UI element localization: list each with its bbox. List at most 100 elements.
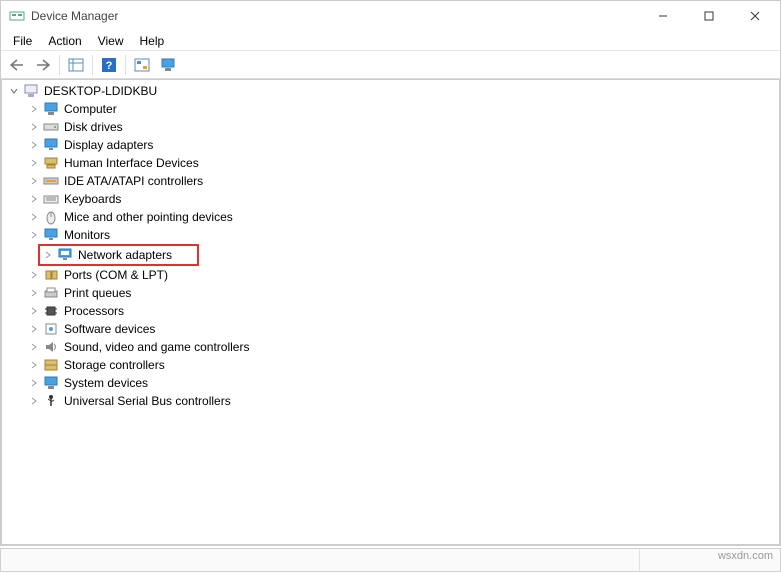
- storage-icon: [43, 357, 59, 373]
- device-tree: DESKTOP-LDIDKBU Computer Disk drives Dis…: [2, 80, 779, 412]
- tree-item-hid[interactable]: Human Interface Devices: [22, 154, 779, 172]
- show-hide-button[interactable]: [64, 54, 88, 76]
- monitor-icon: [43, 227, 59, 243]
- minimize-button[interactable]: [640, 1, 686, 31]
- watermark: wsxdn.com: [718, 550, 773, 562]
- tree-item-ports[interactable]: Ports (COM & LPT): [22, 266, 779, 284]
- printer-icon: [43, 285, 59, 301]
- svg-text:?: ?: [106, 60, 113, 72]
- device-manager-window: Device Manager File Action View Help ? D…: [0, 0, 781, 546]
- expand-right-icon[interactable]: [42, 249, 54, 261]
- expand-down-icon[interactable]: [8, 85, 20, 97]
- item-label: Sound, video and game controllers: [62, 340, 249, 354]
- tree-item-computer[interactable]: Computer: [22, 100, 779, 118]
- expand-right-icon[interactable]: [28, 229, 40, 241]
- software-icon: [43, 321, 59, 337]
- expand-right-icon[interactable]: [28, 193, 40, 205]
- toolbar-separator: [125, 55, 126, 75]
- app-icon: [9, 8, 25, 24]
- ports-icon: [43, 267, 59, 283]
- tree-item-sound[interactable]: Sound, video and game controllers: [22, 338, 779, 356]
- expand-right-icon[interactable]: [28, 323, 40, 335]
- expand-right-icon[interactable]: [28, 305, 40, 317]
- item-label: Mice and other pointing devices: [62, 210, 233, 224]
- display-icon: [43, 137, 59, 153]
- expand-right-icon[interactable]: [28, 139, 40, 151]
- menu-action[interactable]: Action: [40, 32, 89, 50]
- item-label: Software devices: [62, 322, 155, 336]
- item-label: Disk drives: [62, 120, 123, 134]
- item-label: Ports (COM & LPT): [62, 268, 168, 282]
- tree-item-network-adapters[interactable]: Network adapters: [42, 246, 197, 264]
- item-label: Keyboards: [62, 192, 121, 206]
- close-button[interactable]: [732, 1, 778, 31]
- back-button[interactable]: [5, 54, 29, 76]
- item-label: Network adapters: [76, 248, 172, 262]
- item-label: Universal Serial Bus controllers: [62, 394, 231, 408]
- tree-item-disk-drives[interactable]: Disk drives: [22, 118, 779, 136]
- item-label: Display adapters: [62, 138, 153, 152]
- item-label: IDE ATA/ATAPI controllers: [62, 174, 203, 188]
- device-tree-area: DESKTOP-LDIDKBU Computer Disk drives Dis…: [1, 79, 780, 545]
- toolbar-separator: [92, 55, 93, 75]
- expand-right-icon[interactable]: [28, 395, 40, 407]
- item-label: Processors: [62, 304, 124, 318]
- tree-item-mice[interactable]: Mice and other pointing devices: [22, 208, 779, 226]
- window-title: Device Manager: [31, 9, 640, 23]
- expand-right-icon[interactable]: [28, 287, 40, 299]
- forward-button[interactable]: [31, 54, 55, 76]
- tree-item-print-queues[interactable]: Print queues: [22, 284, 779, 302]
- toolbar: ?: [1, 51, 780, 79]
- expand-right-icon[interactable]: [28, 121, 40, 133]
- tree-item-processors[interactable]: Processors: [22, 302, 779, 320]
- expand-right-icon[interactable]: [28, 103, 40, 115]
- usb-icon: [43, 393, 59, 409]
- keyboard-icon: [43, 191, 59, 207]
- disk-icon: [43, 119, 59, 135]
- tree-children: Computer Disk drives Display adapters Hu…: [2, 100, 779, 410]
- expand-right-icon[interactable]: [28, 377, 40, 389]
- item-label: Human Interface Devices: [62, 156, 199, 170]
- expand-right-icon[interactable]: [28, 269, 40, 281]
- ide-icon: [43, 173, 59, 189]
- expand-right-icon[interactable]: [28, 341, 40, 353]
- titlebar: Device Manager: [1, 1, 780, 31]
- item-label: Computer: [62, 102, 117, 116]
- root-label: DESKTOP-LDIDKBU: [42, 84, 157, 98]
- mouse-icon: [43, 209, 59, 225]
- item-label: Storage controllers: [62, 358, 165, 372]
- help-button[interactable]: ?: [97, 54, 121, 76]
- menubar: File Action View Help: [1, 31, 780, 51]
- item-label: Print queues: [62, 286, 131, 300]
- menu-help[interactable]: Help: [132, 32, 173, 50]
- computer-button[interactable]: [156, 54, 180, 76]
- computer-icon: [23, 83, 39, 99]
- item-label: Monitors: [62, 228, 110, 242]
- maximize-button[interactable]: [686, 1, 732, 31]
- scan-button[interactable]: [130, 54, 154, 76]
- system-icon: [43, 375, 59, 391]
- expand-right-icon[interactable]: [28, 157, 40, 169]
- network-icon: [57, 247, 73, 263]
- expand-right-icon[interactable]: [28, 175, 40, 187]
- processor-icon: [43, 303, 59, 319]
- statusbar: [0, 548, 781, 572]
- expand-right-icon[interactable]: [28, 211, 40, 223]
- tree-item-display-adapters[interactable]: Display adapters: [22, 136, 779, 154]
- menu-view[interactable]: View: [90, 32, 132, 50]
- menu-file[interactable]: File: [5, 32, 40, 50]
- tree-item-usb[interactable]: Universal Serial Bus controllers: [22, 392, 779, 410]
- expand-right-icon[interactable]: [28, 359, 40, 371]
- hid-icon: [43, 155, 59, 171]
- item-label: System devices: [62, 376, 148, 390]
- computer-icon: [43, 101, 59, 117]
- tree-item-storage[interactable]: Storage controllers: [22, 356, 779, 374]
- tree-item-software-devices[interactable]: Software devices: [22, 320, 779, 338]
- tree-item-ide[interactable]: IDE ATA/ATAPI controllers: [22, 172, 779, 190]
- toolbar-separator: [59, 55, 60, 75]
- tree-root[interactable]: DESKTOP-LDIDKBU: [2, 82, 779, 100]
- tree-item-system[interactable]: System devices: [22, 374, 779, 392]
- tree-item-monitors[interactable]: Monitors: [22, 226, 779, 244]
- tree-item-keyboards[interactable]: Keyboards: [22, 190, 779, 208]
- sound-icon: [43, 339, 59, 355]
